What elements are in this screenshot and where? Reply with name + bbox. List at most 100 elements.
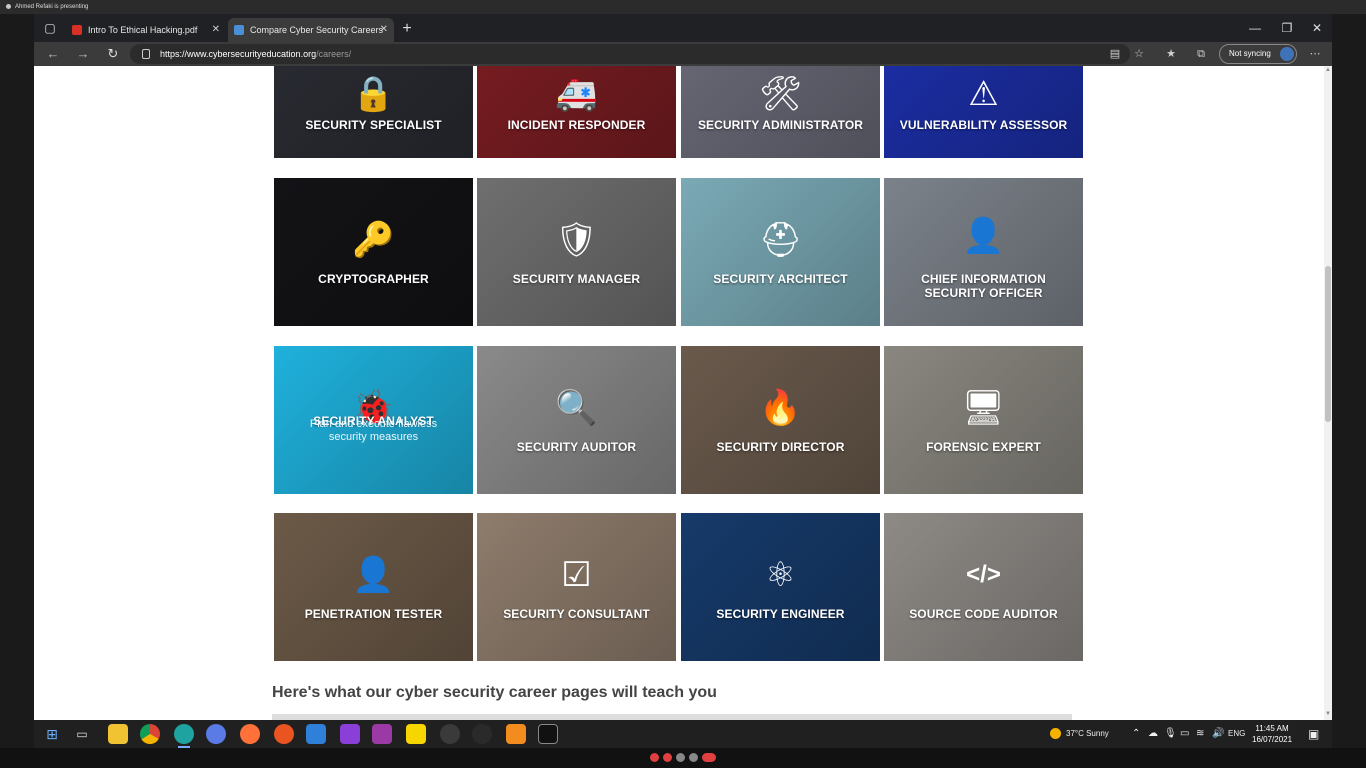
windows-start-icon[interactable]: ⊞ — [42, 724, 62, 744]
tab-intro-ethical-hacking[interactable]: Intro To Ethical Hacking.pdf ✕ — [66, 18, 226, 42]
presenter-banner: Ahmed Refaki is presenting — [0, 0, 1366, 14]
ambulance-icon: 🚑 — [555, 75, 598, 113]
hacker-icon: 👤 — [352, 556, 395, 594]
sticky-notes-icon[interactable] — [406, 724, 426, 744]
visual-studio-icon[interactable] — [340, 724, 360, 744]
lock-icon — [142, 49, 150, 59]
career-hover-description: Plan and execute flawless security measu… — [309, 418, 438, 443]
monitor-icon: 🖥 — [961, 389, 1006, 427]
browser-toolbar: ← → ↻ https://www.cybersecurityeducation… — [34, 42, 1332, 66]
career-label: SECURITY CONSULTANT — [503, 607, 650, 621]
terminal-icon[interactable] — [538, 724, 558, 744]
notification-icon[interactable]: ▣ — [1308, 720, 1319, 748]
career-tile-cryptographer[interactable]: 🔑 CRYPTOGRAPHER — [274, 178, 473, 326]
tools-icon: 🛠 — [758, 75, 803, 113]
lock-icon: 🔒 — [352, 75, 395, 113]
career-label: CRYPTOGRAPHER — [318, 272, 429, 286]
favorites-icon[interactable]: ★ — [1158, 42, 1184, 66]
alien-app-icon[interactable] — [440, 724, 460, 744]
new-tab-button[interactable]: + — [396, 18, 418, 40]
career-tile-security-auditor[interactable]: 🔍 SECURITY AUDITOR — [477, 346, 676, 494]
checkbox-icon: ☑ — [561, 556, 592, 594]
dark-app-icon[interactable] — [472, 724, 492, 744]
profile-sync-button[interactable]: Not syncing — [1219, 44, 1297, 64]
edge-icon[interactable] — [168, 720, 200, 748]
career-tile-security-consultant[interactable]: ☑ SECURITY CONSULTANT — [477, 513, 676, 661]
volume-icon[interactable]: 🔊 — [1212, 720, 1224, 748]
vscode-icon[interactable] — [306, 724, 326, 744]
firefox-icon[interactable] — [240, 724, 260, 744]
mic-control-icon[interactable] — [663, 753, 672, 762]
tray-chevron-icon[interactable]: ⌃ — [1132, 720, 1140, 748]
tab-actions-icon[interactable]: ▢ — [36, 14, 64, 42]
career-tile-source-code-auditor[interactable]: </> SOURCE CODE AUDITOR — [884, 513, 1083, 661]
presenter-icon — [6, 3, 11, 9]
close-window-button[interactable]: ✕ — [1302, 14, 1332, 42]
career-tile-security-director[interactable]: 🔥 SECURITY DIRECTOR — [681, 346, 880, 494]
scroll-down-icon[interactable]: ▼ — [1324, 711, 1332, 719]
share-control-icon[interactable] — [689, 753, 698, 762]
career-tile-security-specialist[interactable]: 🔒 SECURITY SPECIALIST — [274, 66, 473, 158]
section-heading: Here's what our cyber security career pa… — [272, 684, 717, 701]
career-label: SECURITY ADMINISTRATOR — [697, 118, 864, 132]
career-tile-security-analyst[interactable]: 🐞 SECURITY ANALYST Plan and execute flawle… — [274, 346, 473, 494]
refresh-button[interactable]: ↻ — [100, 42, 126, 66]
language-indicator[interactable]: ENG — [1228, 720, 1245, 748]
scroll-thumb[interactable] — [1325, 266, 1331, 422]
pdf-icon — [72, 25, 82, 35]
url-path: /careers/ — [316, 49, 352, 59]
career-tile-vulnerability-assessor[interactable]: ⚠ VULNERABILITY ASSESSOR — [884, 66, 1083, 158]
weather-widget[interactable]: 37°C Sunny — [1050, 720, 1109, 748]
camera-control-icon[interactable] — [676, 753, 685, 762]
task-view-icon[interactable]: ▭ — [72, 724, 92, 744]
ubuntu-icon[interactable] — [274, 724, 294, 744]
forward-button[interactable]: → — [70, 42, 96, 66]
restore-button[interactable]: ❐ — [1272, 14, 1302, 42]
tab-label: Intro To Ethical Hacking.pdf — [88, 25, 198, 35]
sync-label: Not syncing — [1229, 49, 1271, 58]
career-tile-chief-information-security-officer[interactable]: 👤 CHIEF INFORMATION SECURITY OFFICER — [884, 178, 1083, 326]
career-tile-penetration-tester[interactable]: 👤 PENETRATION TESTER — [274, 513, 473, 661]
reader-view-icon[interactable]: ▤ — [1102, 42, 1128, 66]
avatar — [1280, 47, 1294, 61]
close-icon[interactable]: ✕ — [212, 18, 220, 42]
record-icon[interactable] — [650, 753, 659, 762]
career-label: SOURCE CODE AUDITOR — [909, 607, 1058, 621]
career-label: SECURITY ENGINEER — [716, 607, 845, 621]
add-favorite-icon[interactable]: ☆ — [1126, 42, 1152, 66]
system-clock[interactable]: 11:45 AM 16/07/2021 — [1252, 723, 1292, 745]
address-bar[interactable]: https://www.cybersecurityeducation.org/c… — [130, 44, 1130, 64]
page-scrollbar[interactable]: ▲ ▼ — [1324, 66, 1332, 720]
career-label: PENETRATION TESTER — [304, 607, 443, 621]
web-page: 🔒 SECURITY SPECIALIST 🚑 INCIDENT RESPONDER 🛠… — [34, 66, 1324, 720]
career-tile-forensic-expert[interactable]: 🖥 FORENSIC EXPERT — [884, 346, 1083, 494]
career-tile-security-administrator[interactable]: 🛠 SECURITY ADMINISTRATOR — [681, 66, 880, 158]
career-tile-incident-responder[interactable]: 🚑 INCIDENT RESPONDER — [477, 66, 676, 158]
hangup-icon[interactable] — [702, 753, 716, 762]
file-explorer-icon[interactable] — [108, 724, 128, 744]
more-menu-icon[interactable]: ⋯ — [1302, 42, 1328, 66]
career-label: SECURITY SPECIALIST — [305, 118, 442, 132]
career-label: FORENSIC EXPERT — [926, 440, 1041, 454]
scroll-up-icon[interactable]: ▲ — [1324, 67, 1332, 75]
battery-icon[interactable]: ▭ — [1180, 720, 1189, 748]
tab-label: Compare Cyber Security Careers — [250, 25, 384, 35]
onedrive-icon[interactable]: ☁ — [1148, 720, 1158, 748]
onenote-icon[interactable] — [372, 724, 392, 744]
chromium-icon[interactable] — [206, 724, 226, 744]
box-app-icon[interactable] — [506, 724, 526, 744]
career-tile-security-architect[interactable]: ⛑ SECURITY ARCHITECT — [681, 178, 880, 326]
tab-compare-careers[interactable]: Compare Cyber Security Careers ✕ — [228, 18, 394, 42]
close-icon[interactable]: ✕ — [380, 18, 388, 42]
minimize-button[interactable]: — — [1240, 14, 1270, 42]
career-tile-security-manager[interactable]: 🛡 SECURITY MANAGER — [477, 178, 676, 326]
career-label: SECURITY AUDITOR — [516, 440, 637, 454]
career-label: SECURITY DIRECTOR — [716, 440, 845, 454]
collections-icon[interactable]: ⧉ — [1188, 42, 1214, 66]
microphone-icon[interactable]: 🎙 — [1164, 720, 1177, 748]
wifi-icon[interactable]: ≋ — [1196, 720, 1204, 748]
back-button[interactable]: ← — [40, 42, 66, 66]
chrome-icon[interactable] — [140, 724, 160, 744]
career-tile-security-engineer[interactable]: ⚛ SECURITY ENGINEER — [681, 513, 880, 661]
weather-text: 37°C Sunny — [1066, 729, 1109, 738]
